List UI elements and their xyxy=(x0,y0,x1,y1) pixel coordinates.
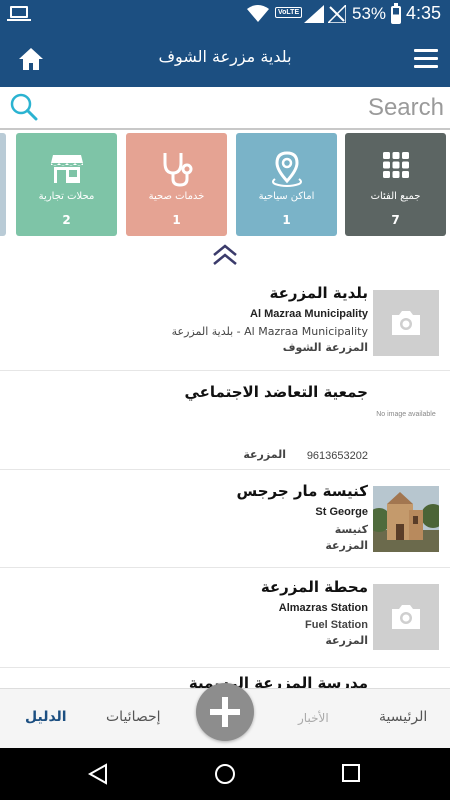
nav-directory[interactable]: الدليل xyxy=(25,709,67,725)
wifi-icon xyxy=(247,5,269,22)
item-title: محطة المزرعة xyxy=(260,578,368,596)
category-label: اماكن سياحية xyxy=(258,191,315,202)
home-circle-icon[interactable] xyxy=(214,763,236,785)
item-title: بلدية المزرعة xyxy=(269,284,368,302)
category-strip: محلات تجارية 2 خدمات صحية 1 اماكن سياحية… xyxy=(0,130,450,240)
no-image-placeholder: No image available xyxy=(376,411,436,418)
item-place: المزرعة الشوف xyxy=(282,341,368,354)
item-subtitle-2: Fuel Station xyxy=(305,619,368,631)
category-count: 7 xyxy=(391,213,400,227)
category-tile-shops[interactable]: محلات تجارية 2 xyxy=(16,133,117,236)
category-label: محلات تجارية xyxy=(38,191,95,202)
search-bar xyxy=(0,87,450,130)
status-bar: VoLTE 53% 4:35 xyxy=(0,0,450,30)
item-subtitle: Almazras Station xyxy=(278,602,368,614)
add-button[interactable] xyxy=(196,683,254,741)
item-subtitle: Al Mazraa Municipality xyxy=(250,308,368,320)
recents-icon[interactable] xyxy=(341,763,361,783)
item-place: المزرعة xyxy=(243,448,286,461)
hamburger-menu-icon[interactable] xyxy=(414,49,438,69)
item-place: المزرعة xyxy=(325,634,368,647)
item-subtitle: St George xyxy=(315,506,368,518)
item-title: كنيسة مار جرجس xyxy=(236,482,368,500)
back-icon[interactable] xyxy=(87,763,109,785)
double-chevron-up-icon[interactable] xyxy=(211,243,239,267)
battery-percent: 53% xyxy=(352,4,387,23)
item-subtitle-2: بلدية المزرعة - Al Mazraa Municipality xyxy=(171,325,368,338)
app-title: بلدية مزرعة الشوف xyxy=(158,47,292,66)
category-tile-partial[interactable] xyxy=(0,133,6,236)
stethoscope-icon xyxy=(126,151,227,187)
system-navigation-bar xyxy=(0,748,450,800)
list-item[interactable]: محطة المزرعة Almazras Station Fuel Stati… xyxy=(0,568,450,668)
camera-placeholder-icon xyxy=(373,584,439,650)
no-sim-icon xyxy=(328,5,346,23)
category-tile-tourism[interactable]: اماكن سياحية 1 xyxy=(236,133,337,236)
camera-placeholder-icon xyxy=(373,290,439,356)
laptop-icon xyxy=(7,6,31,21)
grid-icon xyxy=(345,151,446,187)
category-count: 1 xyxy=(172,213,181,227)
item-title: مدرسة المزرعة الرسمية xyxy=(188,674,368,688)
nav-statistics[interactable]: إحصائيات xyxy=(106,709,161,725)
category-label: جميع الفئات xyxy=(370,191,421,202)
item-phone[interactable]: 9613653202 xyxy=(307,450,368,462)
category-tile-all[interactable]: جميع الفئات 7 xyxy=(345,133,446,236)
volte-indicator: VoLTE xyxy=(275,7,303,18)
store-icon xyxy=(16,151,117,187)
church-photo xyxy=(373,486,439,552)
category-label: خدمات صحية xyxy=(148,191,205,202)
map-pin-icon xyxy=(236,151,337,187)
clock: 4:35 xyxy=(406,3,442,23)
category-count: 1 xyxy=(282,213,291,227)
category-tile-health[interactable]: خدمات صحية 1 xyxy=(126,133,227,236)
search-input[interactable] xyxy=(50,92,444,124)
list-item[interactable]: بلدية المزرعة Al Mazraa Municipality بلد… xyxy=(0,270,450,371)
item-subtitle-2: كنيسة xyxy=(334,523,368,536)
listing-list: بلدية المزرعة Al Mazraa Municipality بلد… xyxy=(0,270,450,688)
item-place: المزرعة xyxy=(325,539,368,552)
list-item[interactable]: كنيسة مار جرجس St George كنيسة المزرعة xyxy=(0,470,450,568)
battery-icon xyxy=(391,3,401,24)
app-header: بلدية مزرعة الشوف xyxy=(0,30,450,87)
item-title: جمعية التعاضد الاجتماعي xyxy=(184,383,368,401)
list-item[interactable]: No image available جمعية التعاضد الاجتما… xyxy=(0,371,450,470)
signal-icon xyxy=(304,5,324,23)
category-count: 2 xyxy=(62,213,71,227)
home-icon[interactable] xyxy=(17,45,45,73)
nav-news[interactable]: الأخبار xyxy=(298,711,329,725)
search-icon[interactable] xyxy=(10,93,38,121)
nav-home[interactable]: الرئيسية xyxy=(379,709,427,725)
